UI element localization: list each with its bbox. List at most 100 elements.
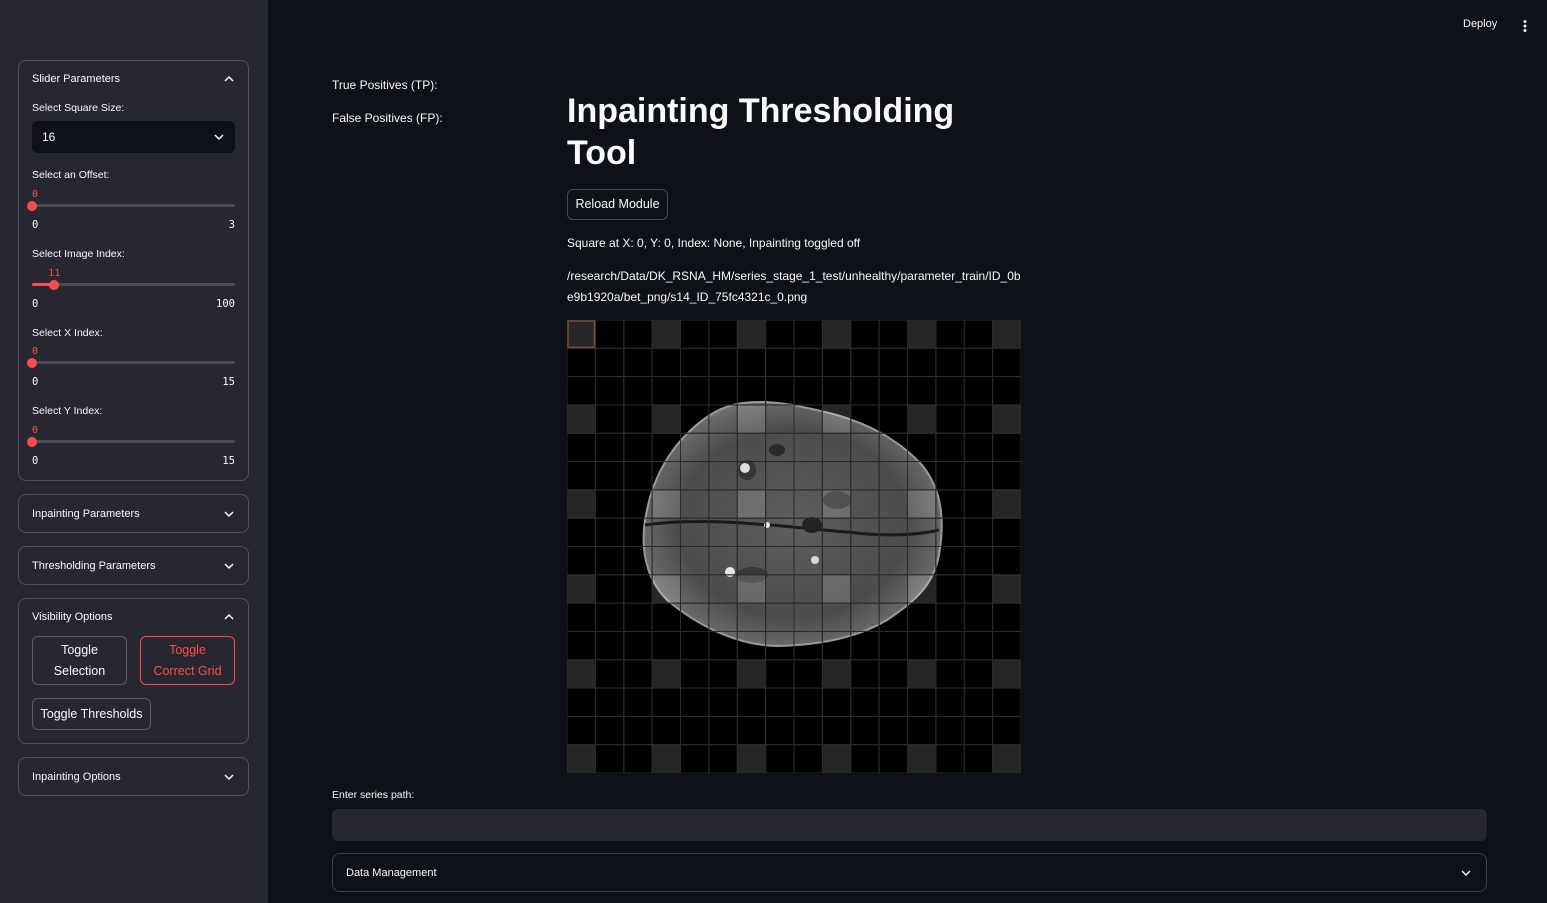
grid-cell — [594, 715, 625, 746]
slider-thumb[interactable] — [27, 437, 37, 447]
grid-cell — [850, 489, 880, 519]
grid-cell — [765, 517, 795, 547]
grid-cell — [765, 687, 795, 717]
grid-cell-highlighted — [821, 489, 852, 519]
inpainting-options-header[interactable]: Inpainting Options — [32, 758, 235, 795]
series-path-input[interactable] — [332, 809, 1487, 841]
toggle-selection-line2: Selection — [53, 663, 106, 678]
grid-cell — [708, 687, 738, 717]
grid-cell — [765, 659, 795, 689]
toggle-correct-grid-button[interactable]: Toggle Correct Grid — [140, 636, 235, 685]
toggle-selection-button[interactable]: Toggle Selection — [32, 636, 127, 685]
grid-cell — [850, 376, 880, 406]
slider-parameters-header[interactable]: Slider Parameters — [32, 61, 235, 97]
grid-cell-highlighted — [821, 574, 852, 604]
grid-cell-highlighted — [651, 320, 681, 349]
grid-cell — [850, 404, 880, 434]
grid-cell — [992, 546, 1021, 576]
fp-label: False Positives (FP): — [332, 111, 443, 125]
grid-cell — [821, 602, 852, 632]
square-size-label: Select Square Size: — [32, 102, 125, 114]
grid-cell — [935, 546, 965, 576]
square-size-select[interactable]: 16 — [32, 121, 235, 153]
thresholding-parameters-expander[interactable]: Thresholding Parameters — [18, 546, 249, 585]
grid-cell — [935, 715, 965, 746]
slider-thumb[interactable] — [27, 201, 37, 211]
grid-cell — [567, 376, 596, 406]
grid-cell — [623, 432, 653, 463]
grid-cell — [623, 630, 653, 661]
grid-cell-highlighted — [736, 320, 767, 349]
grid-cell-highlighted — [567, 744, 596, 773]
slider-thumb[interactable] — [27, 358, 37, 368]
x-index-slider[interactable]: 0 0 15 — [27, 346, 235, 388]
slider-max: 15 — [222, 455, 235, 467]
grid-cell — [793, 546, 823, 576]
ct-scan-image[interactable] — [567, 320, 1021, 773]
chevron-up-icon — [224, 613, 234, 620]
grid-cell — [878, 715, 908, 746]
grid-cell — [935, 461, 965, 491]
grid-cell — [878, 404, 908, 434]
data-management-expander[interactable]: Data Management — [332, 853, 1487, 892]
inpainting-options-expander[interactable]: Inpainting Options — [18, 757, 249, 796]
grid-cell — [935, 376, 965, 406]
grid-cell — [594, 489, 625, 519]
grid-cell — [651, 630, 681, 661]
grid-cell — [992, 630, 1021, 661]
slider-min: 0 — [32, 455, 39, 467]
square-size-value: 16 — [42, 130, 56, 144]
page-title: Inpainting Thresholding Tool — [567, 90, 987, 174]
grid-cell — [821, 432, 852, 463]
chevron-down-icon — [224, 773, 234, 780]
grid-cell — [878, 744, 908, 773]
grid-cell — [680, 404, 710, 434]
grid-cell — [651, 376, 681, 406]
grid-cell — [623, 517, 653, 547]
grid-cell — [793, 517, 823, 547]
slider-min: 0 — [32, 219, 39, 231]
grid-cell — [850, 574, 880, 604]
grid-cell — [680, 546, 710, 576]
grid-cell — [765, 630, 795, 661]
y-index-slider[interactable]: 0 0 15 — [27, 425, 235, 467]
grid-cell — [765, 602, 795, 632]
grid-cell — [736, 715, 767, 746]
grid-cell — [992, 347, 1021, 378]
kebab-menu-icon[interactable] — [1518, 18, 1532, 34]
grid-cell — [878, 376, 908, 406]
grid-cell — [594, 432, 625, 463]
image-index-slider[interactable]: 11 0 100 — [32, 268, 235, 310]
slider-thumb[interactable] — [49, 280, 60, 290]
grid-cell-highlighted — [907, 659, 937, 689]
grid-cell — [623, 687, 653, 717]
grid-cell — [963, 602, 994, 632]
grid-cell — [793, 574, 823, 604]
grid-cell-highlighted — [651, 404, 681, 434]
inpainting-parameters-header[interactable]: Inpainting Parameters — [32, 495, 235, 532]
grid-cell-highlighted — [821, 659, 852, 689]
grid-cell — [680, 574, 710, 604]
offset-slider[interactable]: 0 0 3 — [27, 189, 235, 231]
grid-cell — [623, 347, 653, 378]
visibility-options-expander: Visibility Options Toggle Selection Togg… — [18, 598, 249, 744]
grid-cell — [708, 489, 738, 519]
grid-cell — [935, 687, 965, 717]
visibility-options-header[interactable]: Visibility Options — [32, 599, 235, 635]
grid-cell — [821, 630, 852, 661]
thresholding-parameters-header[interactable]: Thresholding Parameters — [32, 547, 235, 584]
inpainting-parameters-expander[interactable]: Inpainting Parameters — [18, 494, 249, 533]
grid-cell-highlighted — [992, 404, 1021, 434]
grid-cell — [963, 630, 994, 661]
grid-cell — [935, 432, 965, 463]
grid-cell — [963, 376, 994, 406]
grid-cell — [651, 347, 681, 378]
grid-cell — [680, 659, 710, 689]
grid-cell-highlighted — [821, 320, 852, 349]
grid-cell — [850, 659, 880, 689]
reload-module-button[interactable]: Reload Module — [567, 189, 668, 220]
deploy-button[interactable]: Deploy — [1463, 18, 1497, 30]
page-title-line1: Inpainting Thresholding — [567, 92, 955, 130]
grid-cell — [793, 461, 823, 491]
toggle-thresholds-button[interactable]: Toggle Thresholds — [32, 698, 151, 730]
